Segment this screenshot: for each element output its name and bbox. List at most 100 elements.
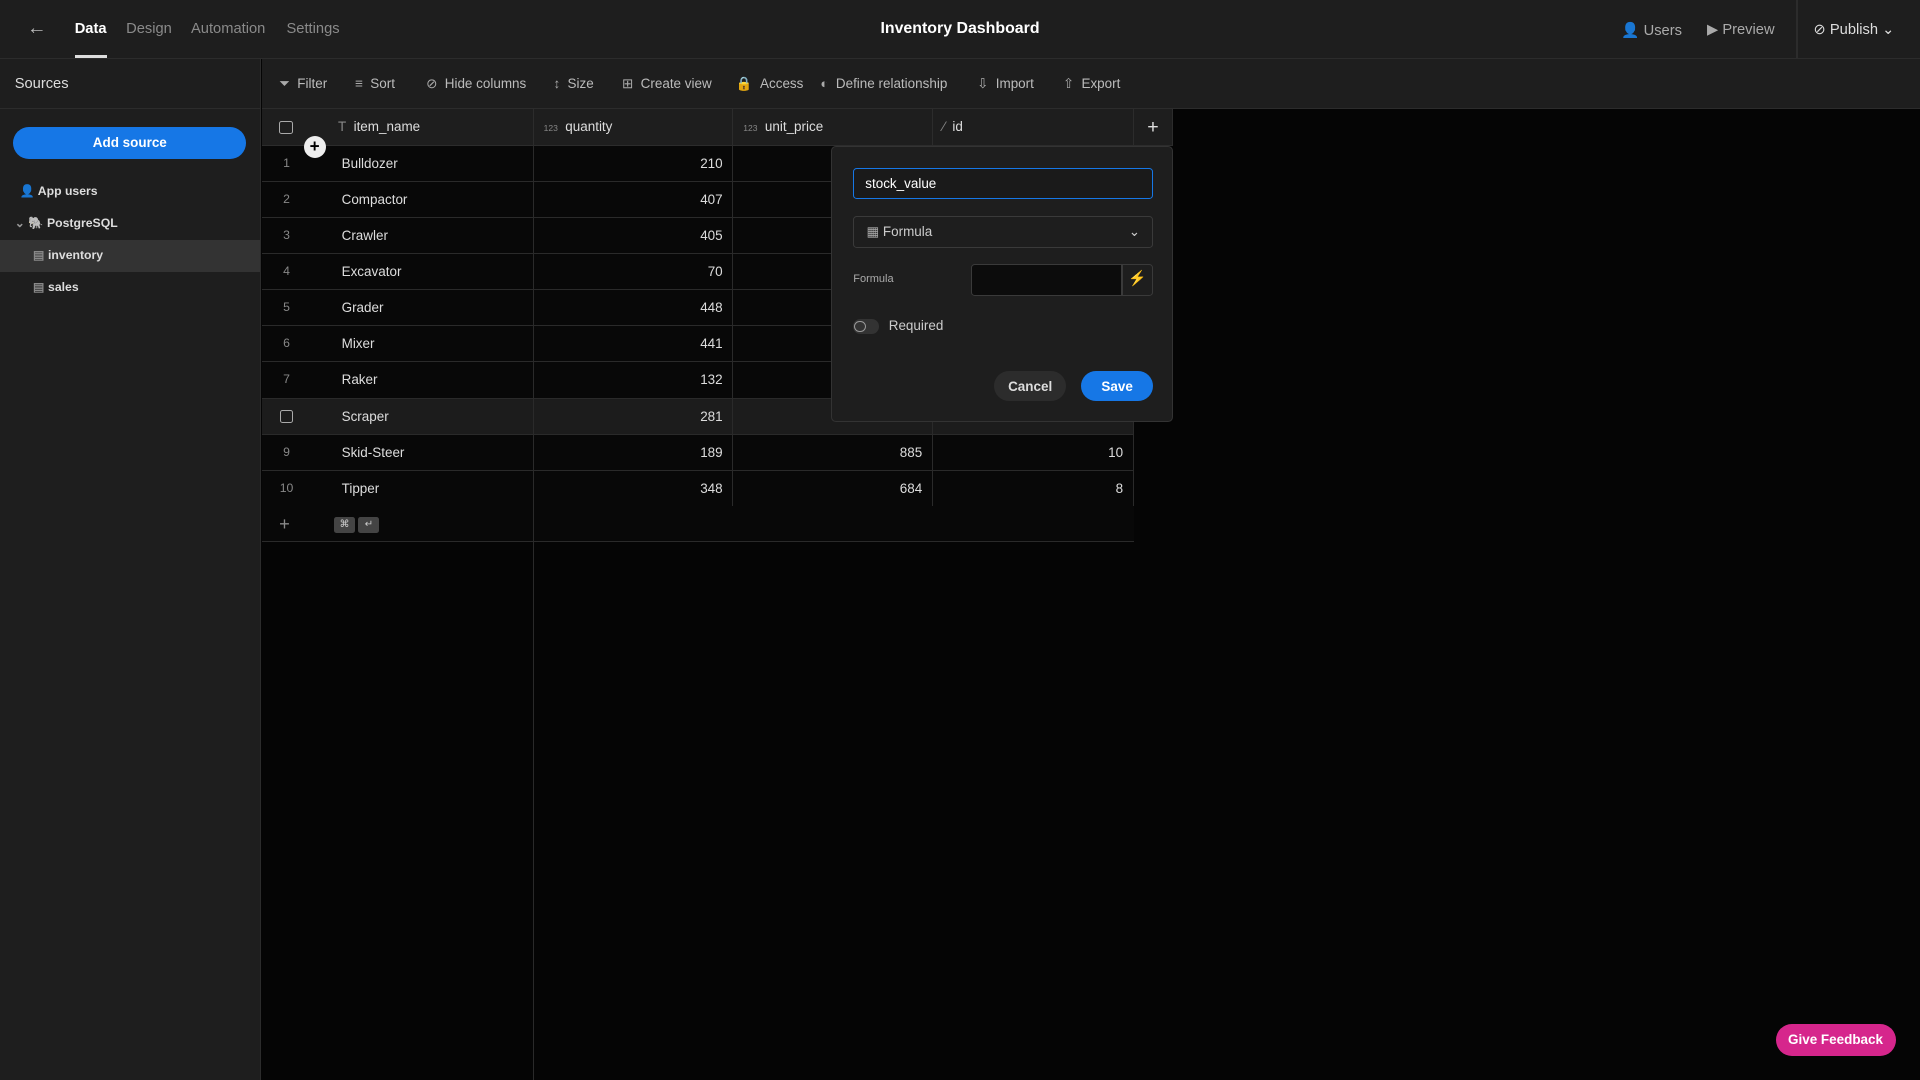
cell-quantity[interactable]: 132 [534, 362, 734, 398]
save-button[interactable]: Save [1080, 370, 1154, 402]
cell-item-name[interactable]: Skid-Steer [342, 434, 534, 471]
sort-button[interactable]: ≡ Sort [355, 76, 395, 91]
cell-item-name[interactable]: Tipper [342, 470, 534, 507]
cell-quantity[interactable]: 281 [534, 398, 734, 435]
row-number: 1 [283, 155, 290, 170]
column-name-input[interactable]: stock_value [853, 167, 1154, 200]
cell-quantity[interactable]: 189 [534, 434, 734, 471]
formula-label: Formula [853, 272, 894, 285]
sidebar: Sources Add source 👤 App users ⌄ 🐘 Postg… [0, 58, 261, 1080]
cell-item-name[interactable]: Bulldozer [342, 145, 534, 182]
table-row[interactable]: 9 Skid-Steer 189 885 10 [262, 434, 1134, 471]
column-divider [532, 541, 534, 1080]
number-type-icon: 123 [743, 122, 758, 133]
cell-item-name[interactable]: Excavator [342, 254, 534, 290]
cell-item-name[interactable]: Compactor [342, 181, 534, 218]
add-row-bar: + ⌘ ↵ [262, 505, 1134, 542]
cell-item-name[interactable]: Grader [342, 290, 534, 326]
column-header-item-name[interactable]: Titem_name [262, 108, 534, 146]
preview-button[interactable]: ▶ Preview [1707, 21, 1775, 38]
label: Export [1081, 75, 1121, 91]
cell-id[interactable]: 10 [933, 434, 1134, 471]
number-type-icon: 123 [543, 122, 558, 133]
cell-quantity[interactable]: 407 [534, 181, 734, 218]
label: Size [567, 75, 594, 91]
filter-button[interactable]: ⏷ Filter [279, 76, 327, 92]
cell-quantity[interactable]: 70 [534, 254, 734, 290]
publish-button[interactable]: ⊘ Publish ⌄ [1813, 21, 1894, 38]
cell-quantity[interactable]: 210 [534, 145, 734, 182]
column-type-select[interactable]: ▦ Formula ⌄ [853, 216, 1154, 249]
row-index[interactable]: 3 [262, 218, 311, 254]
add-column-button[interactable]: + [1133, 108, 1174, 146]
label: Import [995, 75, 1034, 91]
access-button[interactable]: 🔒 Access [736, 76, 803, 92]
chevron-down-icon: ⌄ [1128, 224, 1140, 240]
row-index[interactable]: 10 [262, 471, 311, 507]
publish-label: Publish [1829, 21, 1879, 38]
row-index[interactable]: 9 [262, 435, 311, 471]
cancel-button[interactable]: Cancel [994, 370, 1067, 402]
sidebar-item-app-users[interactable]: 👤 App users [0, 176, 260, 208]
column-name: unit_price [764, 118, 824, 134]
table-icon: ▤ [33, 279, 49, 294]
magic-wand-icon: ⁄ [942, 118, 946, 134]
cell-unit-price[interactable]: 684 [733, 470, 934, 507]
column-header-quantity[interactable]: 123 quantity [533, 108, 734, 146]
preview-label: Preview [1722, 21, 1775, 38]
give-feedback-button[interactable]: Give Feedback [1775, 1023, 1896, 1056]
cell-quantity[interactable]: 448 [534, 290, 734, 326]
export-icon: ⇧ [1062, 75, 1075, 91]
resize-icon: ↕ [553, 75, 561, 91]
column-header-id[interactable]: ⁄ id [933, 108, 1134, 146]
add-row-button[interactable]: + ⌘ ↵ [262, 505, 534, 542]
formula-editor-button[interactable]: ⚡ [1121, 264, 1154, 297]
row-index[interactable]: 4 [262, 254, 311, 290]
cell-item-name[interactable]: Raker [342, 362, 534, 398]
define-relationship-button[interactable]: ◐ Define relationship [820, 76, 947, 91]
sidebar-item-sales[interactable]: ▤ sales [0, 272, 260, 304]
row-index[interactable]: 7 [262, 362, 311, 398]
row-index[interactable]: 2 [262, 182, 311, 218]
cell-quantity[interactable]: 441 [534, 326, 734, 362]
divider [0, 107, 261, 109]
sources-title: Sources [14, 75, 69, 92]
cell-quantity[interactable]: 348 [534, 470, 734, 507]
sidebar-item-postgresql[interactable]: ⌄ 🐘 PostgreSQL [0, 208, 260, 240]
column-header-unit-price[interactable]: 123 unit_price [733, 108, 934, 146]
row-checkbox[interactable] [279, 409, 294, 424]
import-button[interactable]: ⇩ Import [977, 76, 1034, 92]
column-name: item_name [353, 118, 421, 134]
cell-id[interactable]: 8 [933, 470, 1134, 507]
select-all-checkbox[interactable] [279, 120, 293, 135]
column-name: id [952, 118, 963, 134]
cell-quantity[interactable]: 405 [534, 217, 734, 254]
plus-icon: + [1147, 115, 1159, 138]
formula-input[interactable] [970, 264, 1123, 297]
table-row[interactable]: 10 Tipper 348 684 8 [262, 470, 1134, 507]
row-index[interactable]: 1 [262, 146, 311, 182]
size-button[interactable]: ↕ Size [553, 76, 593, 91]
users-button[interactable]: 👤 Users [1621, 21, 1682, 39]
row-index[interactable] [262, 399, 311, 435]
text-type-icon: T [338, 118, 347, 134]
cell-item-name[interactable]: Mixer [342, 326, 534, 362]
export-button[interactable]: ⇧ Export [1063, 76, 1121, 92]
add-source-button[interactable]: Add source [13, 127, 247, 160]
row-index[interactable]: 5 [262, 290, 311, 326]
row-number: 3 [283, 227, 290, 242]
row-number: 2 [283, 191, 290, 206]
cell-item-name[interactable]: Scraper [342, 398, 534, 435]
hide-columns-button[interactable]: ⊘ Hide columns [426, 76, 526, 92]
row-index[interactable]: 6 [262, 326, 311, 362]
add-column-left-button[interactable]: + [303, 135, 326, 158]
lightning-icon: ⚡ [1128, 271, 1147, 288]
required-toggle[interactable] [853, 319, 879, 335]
row-number: 9 [283, 444, 290, 459]
cell-unit-price[interactable]: 885 [733, 434, 934, 471]
cell-item-name[interactable]: Crawler [342, 217, 534, 254]
create-view-button[interactable]: ⊞ Create view [622, 76, 712, 92]
sidebar-item-inventory[interactable]: ▤ inventory [0, 239, 260, 272]
top-bar: ← Data Design Automation Settings Invent… [0, 0, 1920, 59]
column-name: quantity [565, 118, 613, 134]
